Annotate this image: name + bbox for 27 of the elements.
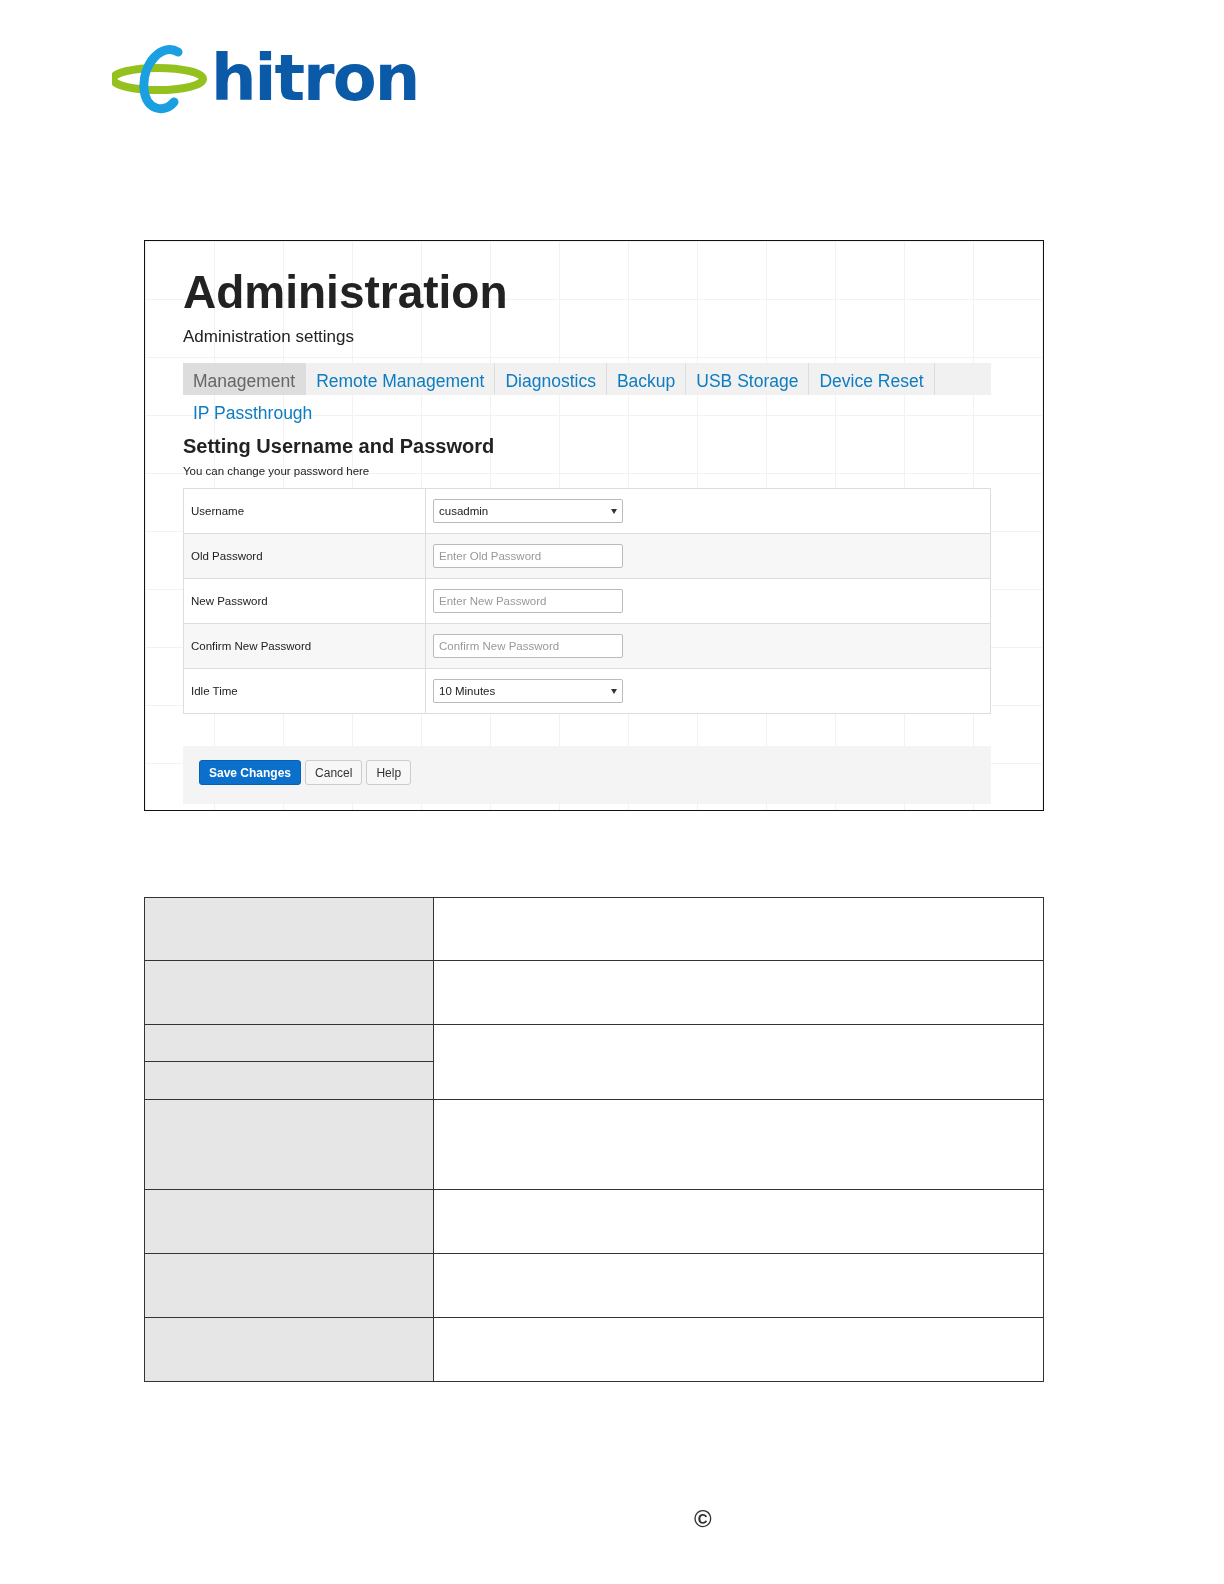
input-field[interactable]: Enter Old Password (433, 544, 623, 569)
logo-icon (112, 44, 207, 114)
logo-text: hitron (211, 46, 419, 110)
field-label: Confirm New Password (183, 623, 426, 669)
select-field[interactable]: cusadmin (433, 499, 623, 524)
section-note: You can change your password here (183, 464, 371, 480)
page-title: Administration (183, 267, 509, 318)
select-field[interactable]: 10 Minutes (433, 679, 623, 704)
tab[interactable]: Backup (606, 363, 687, 396)
tab[interactable]: USB Storage (686, 363, 810, 396)
input-field[interactable]: Confirm New Password (433, 634, 623, 659)
button[interactable]: Help (366, 760, 412, 786)
tab[interactable]: Device Reset (809, 363, 935, 396)
copyright-symbol: © (694, 1507, 712, 1531)
tab[interactable]: Diagnostics (495, 363, 607, 396)
input-field[interactable]: Enter New Password (433, 589, 623, 614)
button[interactable]: Cancel (305, 760, 363, 786)
field-label: Username (183, 488, 426, 534)
field-label: New Password (183, 578, 426, 624)
field-label: Old Password (183, 533, 426, 579)
tab[interactable]: Remote Management (306, 363, 496, 396)
save-button[interactable]: Save Changes (199, 760, 302, 786)
field-label: Idle Time (183, 668, 426, 714)
page-subtitle: Administration settings (183, 325, 356, 348)
section-title: Setting Username and Password (183, 434, 496, 460)
tab[interactable]: Management (183, 363, 307, 396)
tab[interactable]: IP Passthrough (183, 395, 323, 428)
